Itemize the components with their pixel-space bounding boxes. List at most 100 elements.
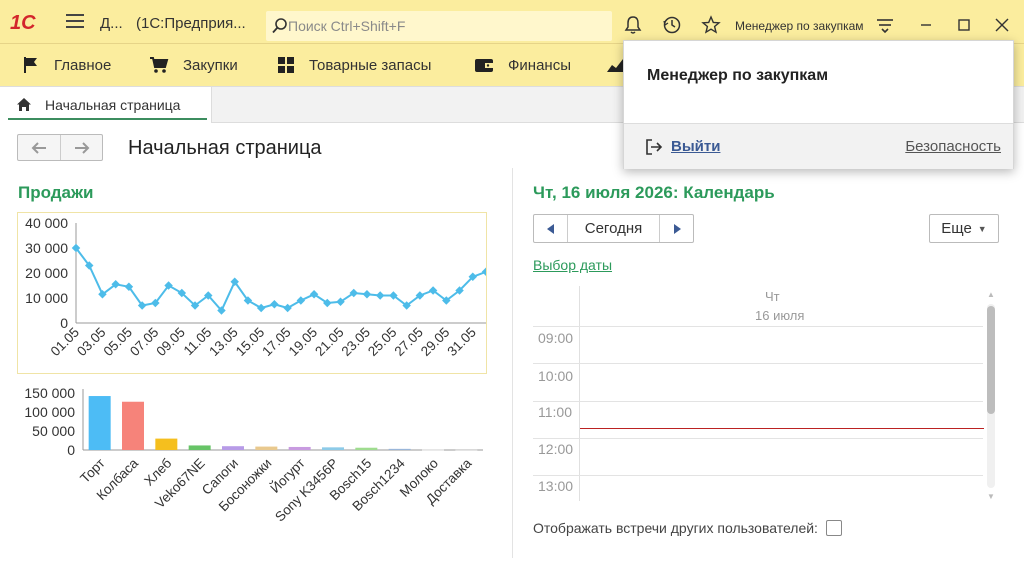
section-inventory[interactable]: Товарные запасы bbox=[277, 44, 431, 86]
next-day-button[interactable] bbox=[660, 215, 693, 242]
bar bbox=[88, 396, 111, 450]
tab-label: Начальная страница bbox=[45, 97, 181, 113]
section-purchases[interactable]: Закупки bbox=[149, 44, 238, 86]
search-icon bbox=[272, 18, 287, 34]
section-finance[interactable]: Финансы bbox=[474, 44, 571, 86]
forward-button[interactable] bbox=[60, 135, 102, 160]
show-others-row: Отображать встречи других пользователей: bbox=[533, 520, 842, 536]
y-tick-label: 100 000 bbox=[24, 404, 75, 420]
sales-line-chart: 0 10 000 20 000 30 000 40 000 01.05 03.05 05.05… bbox=[17, 212, 491, 374]
time-column-divider bbox=[579, 286, 580, 501]
bar bbox=[455, 449, 478, 451]
today-button[interactable]: Сегодня bbox=[567, 215, 660, 242]
bell-icon[interactable] bbox=[623, 15, 643, 35]
more-button[interactable]: Еще ▼ bbox=[929, 214, 999, 243]
y-tick-label: 30 000 bbox=[25, 240, 68, 256]
hour-label: 12:00 bbox=[538, 441, 574, 457]
x-tick-label: 05.05 bbox=[101, 325, 136, 360]
hour-line bbox=[533, 438, 983, 439]
calendar-nav: Сегодня bbox=[533, 214, 694, 243]
bar bbox=[155, 438, 178, 450]
x-tick-label: 29.05 bbox=[418, 325, 453, 360]
back-button[interactable] bbox=[18, 135, 60, 160]
bar bbox=[288, 446, 311, 450]
date-pick-link[interactable]: Выбор даты bbox=[533, 257, 612, 273]
y-tick-label: 20 000 bbox=[25, 265, 68, 281]
popup-user-name: Менеджер по закупкам bbox=[647, 67, 829, 84]
scroll-down-icon[interactable]: ▼ bbox=[987, 492, 995, 501]
x-tick-label: 09.05 bbox=[153, 325, 188, 360]
title-bar: 1С Д... (1С:Предприя... Менеджер по заку… bbox=[0, 0, 1024, 44]
triangle-right-icon bbox=[673, 223, 681, 234]
y-tick-label: 0 bbox=[67, 442, 75, 458]
minimize-icon[interactable] bbox=[916, 15, 936, 35]
wallet-icon bbox=[475, 59, 493, 72]
data-point bbox=[481, 267, 491, 276]
close-icon[interactable] bbox=[992, 15, 1012, 35]
maximize-icon[interactable] bbox=[954, 15, 974, 35]
y-tick-label: 50 000 bbox=[32, 423, 75, 439]
line-chart-svg: 010 00020 00030 00040 00001.0503.0505.05… bbox=[25, 215, 491, 360]
user-popup: Менеджер по закупкам Выйти Безопасность bbox=[623, 40, 1014, 169]
arrow-right-icon bbox=[74, 141, 89, 154]
current-time-line bbox=[580, 428, 984, 429]
active-tab-indicator bbox=[8, 118, 207, 120]
settings-menu-icon[interactable] bbox=[875, 15, 895, 35]
data-point bbox=[296, 296, 306, 305]
home-icon bbox=[17, 98, 31, 111]
caret-down-icon: ▼ bbox=[977, 223, 987, 234]
search-input[interactable] bbox=[288, 14, 608, 38]
show-others-label: Отображать встречи других пользователей: bbox=[533, 520, 818, 536]
scroll-thumb[interactable] bbox=[987, 306, 995, 414]
bar bbox=[422, 449, 444, 451]
x-tick-label: 17.05 bbox=[259, 325, 294, 360]
bar bbox=[222, 446, 244, 450]
hour-line bbox=[533, 401, 983, 402]
history-icon[interactable] bbox=[662, 15, 682, 35]
show-others-checkbox[interactable] bbox=[825, 520, 842, 536]
window-title: (1С:Предприя... bbox=[136, 15, 246, 32]
y-tick-label: 40 000 bbox=[25, 215, 68, 231]
data-point bbox=[270, 300, 279, 309]
logout-icon[interactable] bbox=[645, 138, 663, 156]
prev-day-button[interactable] bbox=[534, 215, 567, 242]
x-tick-label: 07.05 bbox=[127, 325, 162, 360]
day-schedule[interactable]: Чт 16 июля 09:00 10:00 11:00 12:00 13:00 bbox=[533, 286, 999, 501]
search-box[interactable] bbox=[266, 11, 612, 41]
data-point bbox=[375, 291, 385, 300]
x-tick-label: 03.05 bbox=[74, 325, 109, 360]
current-user-name[interactable]: Менеджер по закупкам bbox=[735, 19, 864, 33]
main-menu-icon[interactable] bbox=[66, 14, 84, 28]
bar bbox=[388, 448, 411, 450]
scroll-up-icon[interactable]: ▲ bbox=[987, 290, 995, 299]
logo-text: 1С bbox=[10, 12, 36, 32]
more-label: Еще bbox=[941, 220, 972, 237]
hour-label: 09:00 bbox=[538, 330, 574, 346]
logout-link[interactable]: Выйти bbox=[671, 138, 720, 155]
cart-icon bbox=[150, 57, 169, 73]
day-date: 16 июля bbox=[755, 308, 805, 323]
data-point bbox=[283, 303, 292, 313]
star-icon[interactable] bbox=[701, 15, 721, 35]
x-tick-label: 23.05 bbox=[339, 325, 374, 360]
data-point bbox=[256, 303, 266, 313]
day-name: Чт bbox=[765, 289, 780, 304]
y-tick-label: 10 000 bbox=[25, 290, 68, 306]
x-tick-label: 13.05 bbox=[206, 325, 241, 360]
calendar-scrollbar[interactable]: ▲ ▼ bbox=[985, 290, 997, 502]
section-main[interactable]: Главное bbox=[22, 44, 111, 86]
sales-series-line bbox=[75, 247, 487, 313]
1c-logo-icon[interactable]: 1С bbox=[10, 12, 56, 32]
x-tick-label: 15.05 bbox=[233, 325, 268, 360]
sales-title: Продажи bbox=[18, 183, 94, 202]
section-label: Финансы bbox=[508, 56, 571, 74]
popup-footer: Выйти Безопасность bbox=[624, 123, 1013, 169]
x-tick-label: 25.05 bbox=[365, 325, 400, 360]
security-link[interactable]: Безопасность bbox=[905, 138, 1001, 155]
section-label: Закупки bbox=[183, 56, 238, 74]
hour-label: 11:00 bbox=[538, 404, 572, 420]
tab-home[interactable]: Начальная страница bbox=[0, 87, 212, 123]
hour-label: 13:00 bbox=[538, 478, 574, 494]
bar bbox=[255, 446, 278, 450]
x-tick-label: 11.05 bbox=[181, 325, 215, 359]
